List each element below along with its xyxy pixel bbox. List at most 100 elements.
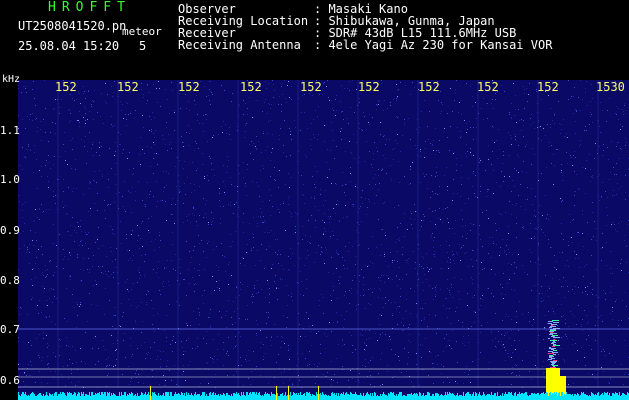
noise-speck [279,135,280,136]
noise-speck [251,141,252,142]
noise-speck [589,345,590,346]
baseline-trace [619,392,620,400]
noise-speck [326,336,327,337]
noise-speck [447,113,448,114]
noise-speck [558,101,559,102]
noise-speck [399,238,400,239]
baseline-trace [566,392,567,400]
noise-speck [320,194,321,195]
baseline-trace [265,392,266,400]
baseline-trace [235,394,236,400]
baseline-trace [429,393,430,400]
noise-speck [172,214,173,215]
noise-speck [612,319,613,320]
noise-speck [392,279,393,280]
noise-speck [235,346,236,347]
noise-speck [200,81,201,82]
noise-speck [151,241,152,242]
noise-speck [283,145,284,146]
baseline-trace [533,394,534,400]
noise-speck [128,191,129,192]
noise-speck [210,309,211,310]
noise-speck [71,168,72,169]
noise-speck [83,86,84,87]
noise-speck [535,365,536,366]
noise-speck [88,258,89,259]
baseline-trace [426,395,427,400]
noise-speck [64,256,65,257]
baseline-trace [31,393,32,400]
noise-speck [320,254,321,255]
noise-speck [378,104,379,105]
baseline-trace [448,394,449,400]
noise-speck [21,308,22,309]
noise-speck [309,242,310,243]
noise-speck [606,121,607,122]
noise-speck [626,245,627,246]
noise-speck [595,378,596,379]
noise-speck [359,382,360,383]
noise-speck [466,83,467,84]
noise-speck [88,91,89,92]
noise-speck [289,128,290,129]
noise-speck [49,209,50,210]
noise-speck [113,272,114,273]
baseline-trace [105,392,106,400]
noise-speck [545,235,546,236]
noise-speck [444,175,445,176]
noise-speck [530,261,531,262]
noise-speck [108,276,109,277]
noise-speck [285,184,286,185]
echo-trace [552,363,555,364]
noise-speck [59,234,60,235]
noise-speck [594,158,595,159]
noise-speck [559,252,560,253]
noise-speck [147,182,148,183]
noise-speck [344,319,345,320]
noise-speck [440,113,441,114]
noise-speck [562,175,563,176]
baseline-trace [177,394,178,400]
noise-speck [437,175,438,176]
noise-speck [435,210,436,211]
noise-speck [260,208,261,209]
noise-speck [567,260,568,261]
noise-speck [602,321,603,322]
baseline-trace [311,396,312,400]
noise-speck [508,226,509,227]
noise-speck [326,162,327,163]
noise-speck [37,217,38,218]
noise-speck [516,122,517,123]
noise-speck [311,149,312,150]
noise-speck [514,340,515,341]
noise-speck [592,98,593,99]
noise-speck [457,254,458,255]
noise-speck [179,259,180,260]
noise-speck [435,296,436,297]
noise-speck [392,260,393,261]
noise-speck [140,166,141,167]
baseline-trace [41,395,42,400]
noise-speck [303,195,304,196]
noise-speck [608,382,609,383]
noise-speck [217,287,218,288]
noise-speck [449,340,450,341]
noise-speck [363,112,364,113]
noise-speck [505,294,506,295]
noise-speck [269,294,270,295]
noise-speck [278,263,279,264]
noise-speck [278,250,279,251]
noise-speck [272,134,273,135]
noise-speck [315,206,316,207]
baseline-trace [266,394,267,400]
noise-speck [424,157,425,158]
noise-speck [83,93,84,94]
noise-speck [236,345,237,346]
noise-speck [611,141,612,142]
noise-speck [432,145,433,146]
noise-speck [145,204,146,205]
echo-trace [548,323,552,324]
baseline-trace [168,392,169,400]
noise-speck [116,163,117,164]
noise-speck [466,252,467,253]
